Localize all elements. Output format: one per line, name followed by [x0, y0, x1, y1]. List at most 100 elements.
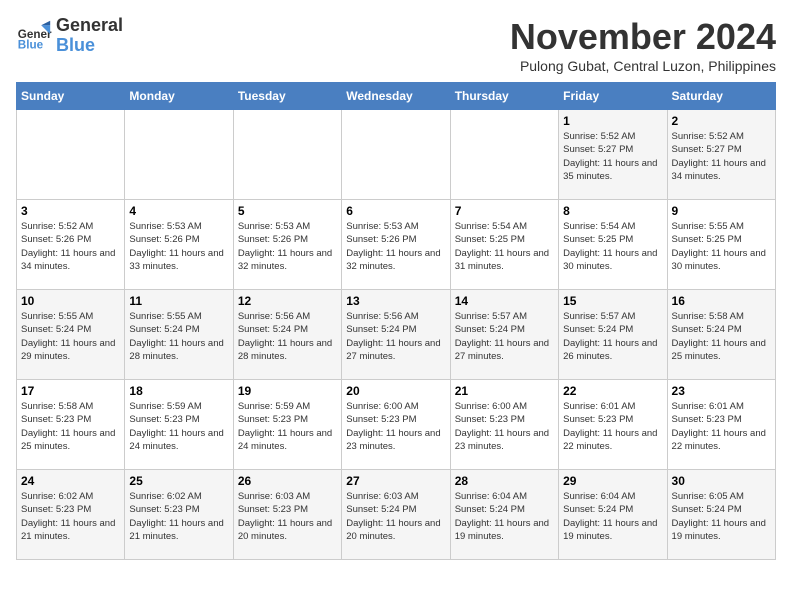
cell-r0-c2 [233, 110, 341, 200]
page-header: General Blue General Blue November 2024 … [16, 16, 776, 74]
day-info-26: Sunrise: 6:03 AM Sunset: 5:23 PM Dayligh… [238, 490, 337, 543]
day-info-12: Sunrise: 5:56 AM Sunset: 5:24 PM Dayligh… [238, 310, 337, 363]
day-info-18: Sunrise: 5:59 AM Sunset: 5:23 PM Dayligh… [129, 400, 228, 453]
weekday-header-row: SundayMondayTuesdayWednesdayThursdayFrid… [17, 83, 776, 110]
cell-r4-c0: 24Sunrise: 6:02 AM Sunset: 5:23 PM Dayli… [17, 470, 125, 560]
day-number-14: 14 [455, 294, 554, 308]
day-info-17: Sunrise: 5:58 AM Sunset: 5:23 PM Dayligh… [21, 400, 120, 453]
day-info-30: Sunrise: 6:05 AM Sunset: 5:24 PM Dayligh… [672, 490, 771, 543]
cell-r2-c1: 11 Sunrise: 5:55 AM Sunset: 5:24 PM Dayli… [125, 290, 233, 380]
day-number-28: 28 [455, 474, 554, 488]
day-number-9: 9 [672, 204, 771, 218]
day-info-10: Sunrise: 5:55 AM Sunset: 5:24 PM Dayligh… [21, 310, 120, 363]
day-info-23: Sunrise: 6:01 AM Sunset: 5:23 PM Dayligh… [672, 400, 771, 453]
day-info-15: Sunrise: 5:57 AM Sunset: 5:24 PM Dayligh… [563, 310, 662, 363]
day-info-21: Sunrise: 6:00 AM Sunset: 5:23 PM Dayligh… [455, 400, 554, 453]
cell-r1-c1: 4 Sunrise: 5:53 AM Sunset: 5:26 PM Daylig… [125, 200, 233, 290]
day-number-21: 21 [455, 384, 554, 398]
cell-r3-c1: 18 Sunrise: 5:59 AM Sunset: 5:23 PM Dayli… [125, 380, 233, 470]
day-number-4: 4 [129, 204, 228, 218]
day-number-29: 29 [563, 474, 662, 488]
cell-r1-c2: 5 Sunrise: 5:53 AM Sunset: 5:26 PM Daylig… [233, 200, 341, 290]
cell-r4-c3: 27Sunrise: 6:03 AM Sunset: 5:24 PM Dayli… [342, 470, 450, 560]
svg-text:Blue: Blue [18, 38, 44, 51]
cell-r4-c5: 29Sunrise: 6:04 AM Sunset: 5:24 PM Dayli… [559, 470, 667, 560]
cell-r2-c5: 15 Sunrise: 5:57 AM Sunset: 5:24 PM Dayli… [559, 290, 667, 380]
calendar-row-2: 10Sunrise: 5:55 AM Sunset: 5:24 PM Dayli… [17, 290, 776, 380]
day-number-13: 13 [346, 294, 445, 308]
day-info-16: Sunrise: 5:58 AM Sunset: 5:24 PM Dayligh… [672, 310, 771, 363]
calendar-row-0: 1 Sunrise: 5:52 AM Sunset: 5:27 PM Daylig… [17, 110, 776, 200]
cell-r0-c6: 2 Sunrise: 5:52 AM Sunset: 5:27 PM Daylig… [667, 110, 775, 200]
day-info-28: Sunrise: 6:04 AM Sunset: 5:24 PM Dayligh… [455, 490, 554, 543]
cell-r2-c6: 16 Sunrise: 5:58 AM Sunset: 5:24 PM Dayli… [667, 290, 775, 380]
calendar-row-4: 24Sunrise: 6:02 AM Sunset: 5:23 PM Dayli… [17, 470, 776, 560]
day-number-22: 22 [563, 384, 662, 398]
day-info-8: Sunrise: 5:54 AM Sunset: 5:25 PM Dayligh… [563, 220, 662, 273]
day-number-26: 26 [238, 474, 337, 488]
day-info-25: Sunrise: 6:02 AM Sunset: 5:23 PM Dayligh… [129, 490, 228, 543]
header-tuesday: Tuesday [233, 83, 341, 110]
cell-r2-c0: 10Sunrise: 5:55 AM Sunset: 5:24 PM Dayli… [17, 290, 125, 380]
day-info-6: Sunrise: 5:53 AM Sunset: 5:26 PM Dayligh… [346, 220, 445, 273]
cell-r3-c6: 23 Sunrise: 6:01 AM Sunset: 5:23 PM Dayli… [667, 380, 775, 470]
day-number-15: 15 [563, 294, 662, 308]
header-friday: Friday [559, 83, 667, 110]
day-info-24: Sunrise: 6:02 AM Sunset: 5:23 PM Dayligh… [21, 490, 120, 543]
header-thursday: Thursday [450, 83, 558, 110]
cell-r4-c6: 30Sunrise: 6:05 AM Sunset: 5:24 PM Dayli… [667, 470, 775, 560]
cell-r0-c5: 1 Sunrise: 5:52 AM Sunset: 5:27 PM Daylig… [559, 110, 667, 200]
cell-r1-c3: 6 Sunrise: 5:53 AM Sunset: 5:26 PM Daylig… [342, 200, 450, 290]
cell-r1-c6: 9 Sunrise: 5:55 AM Sunset: 5:25 PM Daylig… [667, 200, 775, 290]
month-title: November 2024 [510, 16, 776, 58]
cell-r4-c4: 28 Sunrise: 6:04 AM Sunset: 5:24 PM Dayli… [450, 470, 558, 560]
cell-r4-c2: 26 Sunrise: 6:03 AM Sunset: 5:23 PM Dayli… [233, 470, 341, 560]
day-number-7: 7 [455, 204, 554, 218]
header-wednesday: Wednesday [342, 83, 450, 110]
day-number-2: 2 [672, 114, 771, 128]
day-info-5: Sunrise: 5:53 AM Sunset: 5:26 PM Dayligh… [238, 220, 337, 273]
day-number-17: 17 [21, 384, 120, 398]
day-number-27: 27 [346, 474, 445, 488]
cell-r1-c5: 8Sunrise: 5:54 AM Sunset: 5:25 PM Daylig… [559, 200, 667, 290]
cell-r3-c0: 17 Sunrise: 5:58 AM Sunset: 5:23 PM Dayli… [17, 380, 125, 470]
day-info-14: Sunrise: 5:57 AM Sunset: 5:24 PM Dayligh… [455, 310, 554, 363]
day-number-25: 25 [129, 474, 228, 488]
cell-r0-c1 [125, 110, 233, 200]
cell-r0-c4 [450, 110, 558, 200]
cell-r2-c3: 13Sunrise: 5:56 AM Sunset: 5:24 PM Dayli… [342, 290, 450, 380]
logo-text: General Blue [56, 16, 123, 56]
calendar-row-1: 3Sunrise: 5:52 AM Sunset: 5:26 PM Daylig… [17, 200, 776, 290]
day-number-11: 11 [129, 294, 228, 308]
day-info-11: Sunrise: 5:55 AM Sunset: 5:24 PM Dayligh… [129, 310, 228, 363]
cell-r0-c3 [342, 110, 450, 200]
header-monday: Monday [125, 83, 233, 110]
day-info-4: Sunrise: 5:53 AM Sunset: 5:26 PM Dayligh… [129, 220, 228, 273]
day-number-16: 16 [672, 294, 771, 308]
cell-r2-c4: 14 Sunrise: 5:57 AM Sunset: 5:24 PM Dayli… [450, 290, 558, 380]
logo: General Blue General Blue [16, 16, 123, 56]
location: Pulong Gubat, Central Luzon, Philippines [510, 58, 776, 74]
cell-r1-c0: 3Sunrise: 5:52 AM Sunset: 5:26 PM Daylig… [17, 200, 125, 290]
cell-r3-c2: 19 Sunrise: 5:59 AM Sunset: 5:23 PM Dayli… [233, 380, 341, 470]
day-number-6: 6 [346, 204, 445, 218]
day-number-18: 18 [129, 384, 228, 398]
day-info-9: Sunrise: 5:55 AM Sunset: 5:25 PM Dayligh… [672, 220, 771, 273]
cell-r4-c1: 25 Sunrise: 6:02 AM Sunset: 5:23 PM Dayli… [125, 470, 233, 560]
calendar-row-3: 17 Sunrise: 5:58 AM Sunset: 5:23 PM Dayli… [17, 380, 776, 470]
cell-r3-c5: 22Sunrise: 6:01 AM Sunset: 5:23 PM Dayli… [559, 380, 667, 470]
day-info-7: Sunrise: 5:54 AM Sunset: 5:25 PM Dayligh… [455, 220, 554, 273]
day-info-1: Sunrise: 5:52 AM Sunset: 5:27 PM Dayligh… [563, 130, 662, 183]
day-number-19: 19 [238, 384, 337, 398]
day-info-19: Sunrise: 5:59 AM Sunset: 5:23 PM Dayligh… [238, 400, 337, 453]
cell-r3-c3: 20Sunrise: 6:00 AM Sunset: 5:23 PM Dayli… [342, 380, 450, 470]
day-info-3: Sunrise: 5:52 AM Sunset: 5:26 PM Dayligh… [21, 220, 120, 273]
day-info-2: Sunrise: 5:52 AM Sunset: 5:27 PM Dayligh… [672, 130, 771, 183]
cell-r3-c4: 21 Sunrise: 6:00 AM Sunset: 5:23 PM Dayli… [450, 380, 558, 470]
day-number-5: 5 [238, 204, 337, 218]
day-number-23: 23 [672, 384, 771, 398]
calendar-table: SundayMondayTuesdayWednesdayThursdayFrid… [16, 82, 776, 560]
day-number-1: 1 [563, 114, 662, 128]
day-info-20: Sunrise: 6:00 AM Sunset: 5:23 PM Dayligh… [346, 400, 445, 453]
cell-r1-c4: 7 Sunrise: 5:54 AM Sunset: 5:25 PM Daylig… [450, 200, 558, 290]
